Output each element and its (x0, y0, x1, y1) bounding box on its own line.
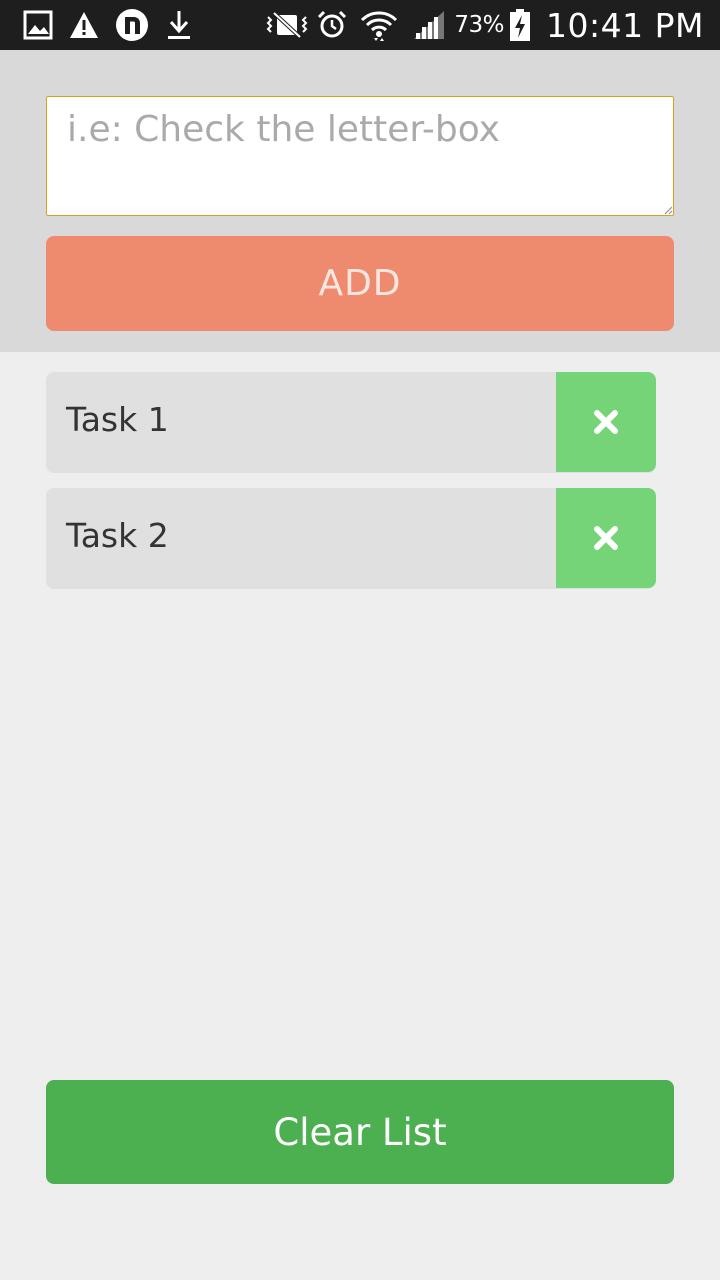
clock: 10:41 PM (546, 5, 704, 45)
wifi-icon (360, 8, 398, 42)
close-icon (594, 410, 618, 434)
task-label: Task 1 (66, 400, 169, 439)
n-app-icon (114, 7, 150, 43)
clear-list-button[interactable]: Clear List (46, 1080, 674, 1184)
task-label: Task 2 (66, 516, 169, 555)
battery-charging-icon (508, 8, 532, 42)
task-item: Task 2 (46, 488, 656, 589)
warning-icon (68, 9, 100, 41)
task-item: Task 1 (46, 372, 656, 473)
new-task-panel: ADD (0, 50, 720, 352)
alarm-icon (316, 9, 348, 41)
task-list: Task 1 Task 2 (46, 372, 656, 604)
resize-handle-icon[interactable] (664, 206, 673, 215)
task-input[interactable] (46, 96, 674, 216)
gallery-icon (22, 9, 54, 41)
vibrate-mute-icon (264, 9, 310, 41)
system-icons: 73% 10:41 PM (264, 5, 704, 45)
remove-task-button[interactable] (556, 488, 656, 588)
close-icon (594, 526, 618, 550)
status-bar: 73% 10:41 PM (0, 0, 720, 50)
download-icon (164, 9, 194, 41)
signal-icon (412, 9, 446, 41)
battery-percent: 73% (454, 12, 505, 38)
remove-task-button[interactable] (556, 372, 656, 472)
notification-icons (22, 8, 194, 42)
add-button[interactable]: ADD (46, 236, 674, 331)
